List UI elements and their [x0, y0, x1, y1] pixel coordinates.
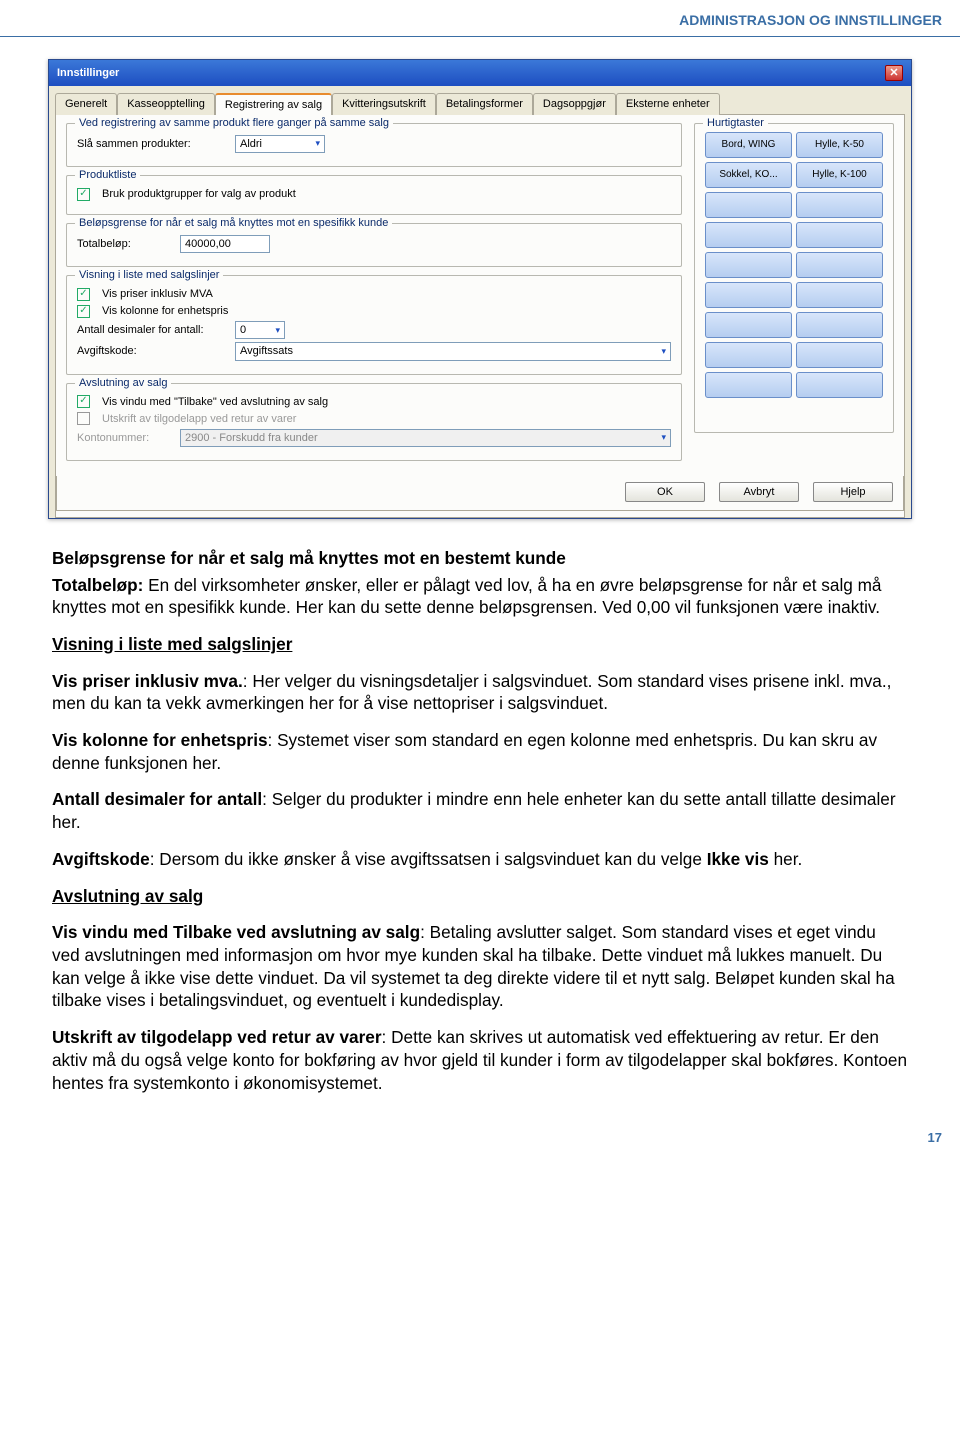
- hotkey-grid: Bord, WING Hylle, K-50 Sokkel, KO... Hyl…: [705, 132, 883, 398]
- chevron-down-icon: ▾: [315, 138, 320, 150]
- group-merge-products: Ved registrering av samme produkt flere …: [66, 123, 682, 167]
- group-amount-limit: Beløpsgrense for når et salg må knyttes …: [66, 223, 682, 267]
- ok-button[interactable]: OK: [625, 482, 705, 502]
- paragraph: Totalbeløp: En del virksomheter ønsker, …: [52, 574, 908, 619]
- hotkey-button[interactable]: [796, 282, 883, 308]
- heading-amount-limit: Beløpsgrense for når et salg må knyttes …: [52, 547, 908, 570]
- checkbox-label: Vis kolonne for enhetspris: [102, 304, 228, 318]
- account-label: Kontonummer:: [77, 431, 172, 445]
- window-title: Innstillinger: [57, 66, 119, 80]
- hotkey-button[interactable]: Bord, WING: [705, 132, 792, 158]
- group-sale-close: Avslutning av salg ✓Vis vindu med "Tilba…: [66, 383, 682, 461]
- hotkey-button[interactable]: [796, 192, 883, 218]
- hotkey-button[interactable]: [796, 372, 883, 398]
- checkbox-productgroups[interactable]: ✓: [77, 188, 90, 201]
- total-input[interactable]: 40000,00: [180, 235, 270, 253]
- document-body: Beløpsgrense for når et salg må knyttes …: [52, 547, 908, 1094]
- left-column: Ved registrering av samme produkt flere …: [66, 123, 682, 469]
- tab-betalingsformer[interactable]: Betalingsformer: [436, 93, 533, 115]
- merge-label: Slå sammen produkter:: [77, 137, 227, 151]
- total-label: Totalbeløp:: [77, 237, 172, 251]
- tab-eksterne[interactable]: Eksterne enheter: [616, 93, 720, 115]
- hotkey-button[interactable]: [705, 252, 792, 278]
- hotkey-button[interactable]: [705, 282, 792, 308]
- page-header: ADMINISTRASJON OG INNSTILLINGER: [0, 0, 960, 37]
- hotkey-button[interactable]: Hylle, K-100: [796, 162, 883, 188]
- hotkey-button[interactable]: [705, 222, 792, 248]
- settings-screenshot: Innstillinger ✕ Generelt Kasseopptelling…: [48, 59, 912, 519]
- group-legend: Beløpsgrense for når et salg må knyttes …: [75, 216, 392, 230]
- checkbox-label: Vis vindu med "Tilbake" ved avslutning a…: [102, 395, 328, 409]
- hotkey-button[interactable]: [796, 222, 883, 248]
- hotkey-button[interactable]: Sokkel, KO...: [705, 162, 792, 188]
- heading-sale-close: Avslutning av salg: [52, 885, 908, 908]
- tab-generelt[interactable]: Generelt: [55, 93, 117, 115]
- group-saleslines: Visning i liste med salgslinjer ✓Vis pri…: [66, 275, 682, 374]
- hotkey-button[interactable]: [705, 342, 792, 368]
- checkbox-unitprice-col[interactable]: ✓: [77, 305, 90, 318]
- checkbox-show-back-window[interactable]: ✓: [77, 395, 90, 408]
- decimals-select[interactable]: 0▾: [235, 321, 285, 339]
- chevron-down-icon: ▾: [275, 325, 280, 337]
- paragraph: Antall desimaler for antall: Selger du p…: [52, 788, 908, 833]
- paragraph: Vis kolonne for enhetspris: Systemet vis…: [52, 729, 908, 774]
- tab-kasseopptelling[interactable]: Kasseopptelling: [117, 93, 215, 115]
- chevron-down-icon: ▾: [661, 432, 666, 444]
- hotkey-button[interactable]: [705, 312, 792, 338]
- checkbox-prices-mva[interactable]: ✓: [77, 288, 90, 301]
- group-legend: Hurtigtaster: [703, 116, 768, 130]
- tab-registrering[interactable]: Registrering av salg: [215, 93, 332, 115]
- group-hotkeys: Hurtigtaster Bord, WING Hylle, K-50 Sokk…: [694, 123, 894, 433]
- hotkey-button[interactable]: Hylle, K-50: [796, 132, 883, 158]
- settings-window: Innstillinger ✕ Generelt Kasseopptelling…: [48, 59, 912, 519]
- help-button[interactable]: Hjelp: [813, 482, 893, 502]
- paragraph: Vis priser inklusiv mva.: Her velger du …: [52, 670, 908, 715]
- taxcode-label: Avgiftskode:: [77, 344, 227, 358]
- tab-kvittering[interactable]: Kvitteringsutskrift: [332, 93, 436, 115]
- group-legend: Avslutning av salg: [75, 376, 171, 390]
- decimals-label: Antall desimaler for antall:: [77, 323, 227, 337]
- close-icon[interactable]: ✕: [885, 65, 903, 81]
- dialog-buttons: OK Avbryt Hjelp: [56, 476, 904, 511]
- hotkey-button[interactable]: [796, 342, 883, 368]
- chevron-down-icon: ▾: [661, 346, 666, 358]
- group-legend: Produktliste: [75, 168, 140, 182]
- hotkey-button[interactable]: [796, 252, 883, 278]
- page-number: 17: [0, 1130, 942, 1147]
- right-column: Hurtigtaster Bord, WING Hylle, K-50 Sokk…: [694, 123, 894, 469]
- cancel-button[interactable]: Avbryt: [719, 482, 799, 502]
- paragraph: Avgiftskode: Dersom du ikke ønsker å vis…: [52, 848, 908, 871]
- checkbox-label: Bruk produktgrupper for valg av produkt: [102, 187, 296, 201]
- group-productlist: Produktliste ✓ Bruk produktgrupper for v…: [66, 175, 682, 215]
- paragraph: Utskrift av tilgodelapp ved retur av var…: [52, 1026, 908, 1094]
- checkbox-label: Vis priser inklusiv MVA: [102, 287, 213, 301]
- checkbox-label: Utskrift av tilgodelapp ved retur av var…: [102, 412, 296, 426]
- tab-strip: Generelt Kasseopptelling Registrering av…: [49, 86, 911, 114]
- merge-select[interactable]: Aldri▾: [235, 135, 325, 153]
- group-legend: Visning i liste med salgslinjer: [75, 268, 223, 282]
- taxcode-select[interactable]: Avgiftssats▾: [235, 342, 671, 360]
- window-titlebar: Innstillinger ✕: [49, 60, 911, 86]
- account-select: 2900 - Forskudd fra kunder▾: [180, 429, 671, 447]
- tab-panel: Ved registrering av samme produkt flere …: [55, 114, 905, 518]
- heading-saleslines: Visning i liste med salgslinjer: [52, 633, 908, 656]
- checkbox-creditnote-print[interactable]: ✓: [77, 412, 90, 425]
- group-legend: Ved registrering av samme produkt flere …: [75, 116, 393, 130]
- hotkey-button[interactable]: [705, 192, 792, 218]
- hotkey-button[interactable]: [796, 312, 883, 338]
- paragraph: Vis vindu med Tilbake ved avslutning av …: [52, 921, 908, 1012]
- hotkey-button[interactable]: [705, 372, 792, 398]
- tab-dagsoppgjor[interactable]: Dagsoppgjør: [533, 93, 616, 115]
